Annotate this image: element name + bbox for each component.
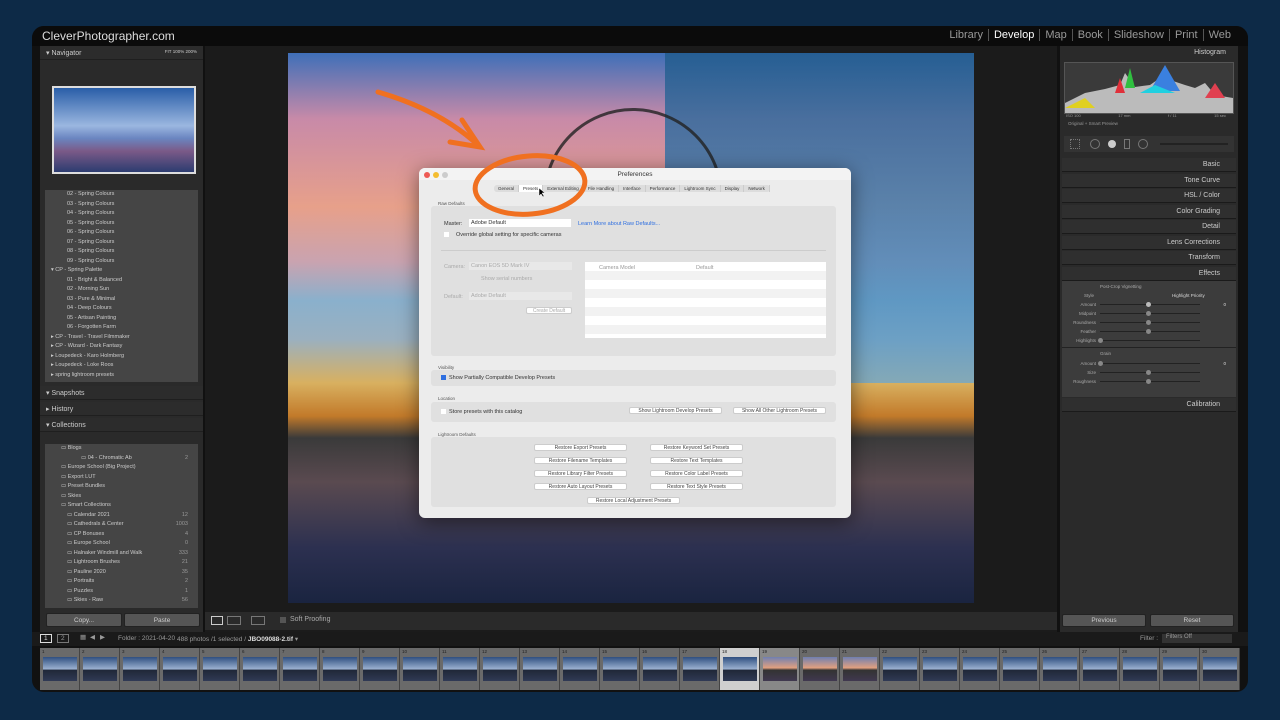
default-label: Default: <box>444 294 463 300</box>
restore-button[interactable]: Restore Library Filter Presets <box>534 470 627 477</box>
tab-presets[interactable]: Presets <box>519 185 544 192</box>
restore-button[interactable]: Restore Text Style Presets <box>650 483 743 490</box>
close-button[interactable] <box>424 172 430 178</box>
show-partial-checkbox[interactable] <box>441 375 446 380</box>
preferences-dialog: Preferences General Presets External Editi… <box>419 168 851 518</box>
restore-local-adjustment-button[interactable]: Restore Local Adjustment Presets <box>587 497 680 504</box>
restore-button[interactable]: Restore Color Label Presets <box>650 470 743 477</box>
lightroom-defaults-box: Restore Local Adjustment Presets Restore… <box>431 437 836 507</box>
master-dropdown[interactable]: Adobe Default <box>469 219 571 227</box>
show-serial-checkbox[interactable]: Show serial numbers <box>481 276 532 282</box>
override-label: Override global setting for specific cam… <box>456 232 562 238</box>
restore-button[interactable]: Restore Text Templates <box>650 457 743 464</box>
tab-performance[interactable]: Performance <box>646 185 681 192</box>
show-develop-presets-button[interactable]: Show Lightroom Develop Presets <box>629 407 722 414</box>
col-camera-model: Camera Model <box>599 265 636 271</box>
tab-lightroom-sync[interactable]: Lightroom Sync <box>680 185 721 192</box>
master-label: Master: <box>444 221 463 227</box>
restore-button[interactable]: Restore Export Presets <box>534 444 627 451</box>
location-label: Location <box>438 396 456 401</box>
raw-defaults-box: Master: Adobe Default Learn More about R… <box>431 206 836 356</box>
camera-dropdown[interactable]: Canon EOS 5D Mark IV <box>469 262 572 270</box>
tab-network[interactable]: Network <box>744 185 770 192</box>
override-checkbox[interactable] <box>444 232 449 237</box>
restore-button[interactable]: Restore Filename Templates <box>534 457 627 464</box>
tab-file-handling[interactable]: File Handling <box>584 185 620 192</box>
preferences-tabs: General Presets External Editing File Handl… <box>494 185 770 192</box>
store-presets-checkbox[interactable] <box>441 409 446 414</box>
show-other-presets-button[interactable]: Show All Other Lightroom Presets <box>733 407 826 414</box>
default-dropdown[interactable]: Adobe Default <box>469 292 572 300</box>
restore-button[interactable]: Restore Auto Layout Presets <box>534 483 627 490</box>
show-partial-label: Show Partially Compatible Develop Preset… <box>449 375 556 381</box>
zoom-button[interactable] <box>442 172 448 178</box>
create-default-button[interactable]: Create Default <box>526 307 572 314</box>
camera-table: Camera Model Default <box>585 262 826 338</box>
col-default: Default <box>696 265 714 271</box>
learn-more-link[interactable]: Learn More about Raw Defaults... <box>578 221 660 227</box>
dialog-title: Preferences <box>419 168 851 180</box>
minimize-button[interactable] <box>433 172 439 178</box>
tab-display[interactable]: Display <box>721 185 745 192</box>
tab-general[interactable]: General <box>494 185 520 192</box>
store-presets-label: Store presets with this catalog <box>449 409 523 415</box>
visibility-box: Show Partially Compatible Develop Preset… <box>431 370 836 386</box>
tab-interface[interactable]: Interface <box>619 185 646 192</box>
location-box: Store presets with this catalog Show Lig… <box>431 402 836 422</box>
restore-button[interactable]: Restore Keyword Set Presets <box>650 444 743 451</box>
camera-label: Camera: <box>444 264 466 270</box>
tab-external-editing[interactable]: External Editing <box>543 185 584 192</box>
